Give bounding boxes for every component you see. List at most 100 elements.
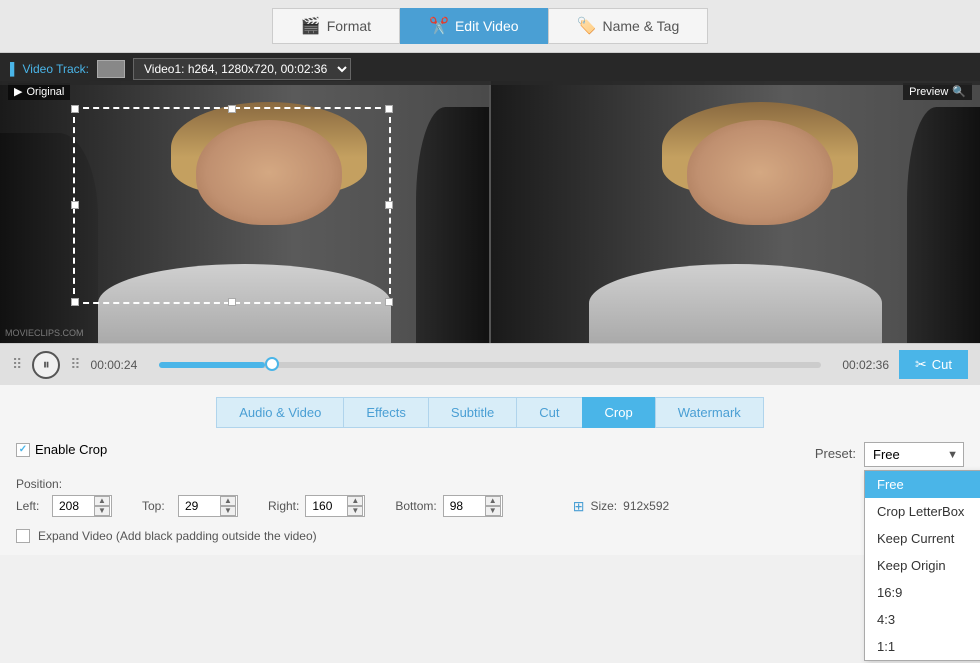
crop-box[interactable] (73, 107, 391, 304)
position-label: Position: (16, 477, 964, 491)
tab-watermark[interactable]: Watermark (655, 397, 764, 428)
crop-controls: Enable Crop Preset: Free ▼ Free Crop Let… (16, 442, 964, 543)
current-time: 00:00:24 (91, 358, 149, 372)
timeline-slider[interactable] (159, 362, 822, 368)
video-track-label: Video Track: (10, 62, 89, 76)
video-still-right (491, 81, 980, 343)
crop-handle-tl[interactable] (71, 105, 79, 113)
enable-crop-row: Enable Crop (16, 442, 107, 457)
size-display: ⊞ Size: 912x592 (573, 498, 669, 515)
video-area: Video Track: Video1: h264, 1280x720, 00:… (0, 53, 980, 343)
tab-name-tag-label: Name & Tag (602, 18, 679, 34)
top-spin-up[interactable]: ▲ (220, 496, 236, 506)
bottom-spin-arrows: ▲ ▼ (485, 496, 501, 516)
timeline-end-icon[interactable]: ⠿ (70, 356, 80, 373)
cut-button[interactable]: ✂ Cut (899, 350, 968, 379)
top-label: Top: (142, 499, 172, 513)
bottom-spin-wrap: ▲ ▼ (443, 495, 503, 517)
preview-face (687, 120, 834, 225)
preset-display[interactable]: Free (864, 442, 964, 467)
crop-handle-br[interactable] (385, 298, 393, 306)
preset-option-keep-current[interactable]: Keep Current (865, 525, 980, 552)
play-small-icon: ▶ (14, 85, 22, 98)
tab-edit-video-label: Edit Video (455, 18, 519, 34)
expand-label: Expand Video (Add black padding outside … (38, 529, 317, 543)
bottom-field-group: Bottom: ▲ ▼ (395, 495, 502, 517)
enable-crop-label: Enable Crop (35, 442, 107, 457)
edit-tab-bar: Audio & Video Effects Subtitle Cut Crop … (16, 397, 964, 428)
video-track-bar: Video Track: Video1: h264, 1280x720, 00:… (0, 53, 980, 85)
left-spin-up[interactable]: ▲ (94, 496, 110, 506)
name-tag-icon: 🏷️ (577, 16, 597, 36)
right-spin-up[interactable]: ▲ (347, 496, 363, 506)
timeline-fill (159, 362, 265, 368)
tab-cut[interactable]: Cut (516, 397, 581, 428)
left-spin-arrows: ▲ ▼ (94, 496, 110, 516)
bottom-spin-up[interactable]: ▲ (485, 496, 501, 506)
expand-row: Expand Video (Add black padding outside … (16, 529, 964, 543)
tab-format-label: Format (327, 18, 371, 34)
expand-checkbox[interactable] (16, 529, 30, 543)
left-spin-down[interactable]: ▼ (94, 506, 110, 516)
tab-crop[interactable]: Crop (582, 397, 655, 428)
preset-option-4-3[interactable]: 4:3 (865, 606, 980, 633)
original-badge: ▶ Original (8, 83, 70, 100)
bottom-panel: Audio & Video Effects Subtitle Cut Crop … (0, 385, 980, 555)
timeline-bar: ⠿ ⏸ ⠿ 00:00:24 00:02:36 ✂ Cut (0, 343, 980, 385)
preview-badge: Preview 🔍 (903, 83, 972, 100)
fields-row: Left: ▲ ▼ Top: ▲ ▼ (16, 495, 964, 517)
timeline-track (159, 362, 822, 368)
preset-option-keep-origin[interactable]: Keep Origin (865, 552, 980, 579)
cut-label: Cut (932, 357, 952, 372)
left-field-group: Left: ▲ ▼ (16, 495, 112, 517)
video-track-select[interactable]: Video1: h264, 1280x720, 00:02:36 (133, 58, 351, 80)
watermark-text: MOVIECLIPS.COM (5, 328, 84, 338)
bottom-label: Bottom: (395, 499, 436, 513)
tab-subtitle[interactable]: Subtitle (428, 397, 516, 428)
top-navigation: 🎬 Format ✂️ Edit Video 🏷️ Name & Tag (0, 0, 980, 53)
top-spin-down[interactable]: ▼ (220, 506, 236, 516)
search-icon: 🔍 (952, 85, 966, 98)
video-right-panel (489, 81, 980, 343)
format-icon: 🎬 (301, 16, 321, 36)
right-spin-arrows: ▲ ▼ (347, 496, 363, 516)
preset-option-16-9[interactable]: 16:9 (865, 579, 980, 606)
right-label: Right: (268, 499, 299, 513)
bottom-spin-down[interactable]: ▼ (485, 506, 501, 516)
crop-handle-tm[interactable] (228, 105, 236, 113)
timeline-start-icon[interactable]: ⠿ (12, 356, 22, 373)
tab-effects[interactable]: Effects (343, 397, 428, 428)
tab-name-tag[interactable]: 🏷️ Name & Tag (548, 8, 709, 44)
enable-crop-checkbox[interactable] (16, 443, 30, 457)
pause-icon: ⏸ (43, 356, 50, 373)
preset-option-1-1[interactable]: 1:1 (865, 633, 980, 660)
size-value: 912x592 (623, 499, 669, 513)
crop-handle-bm[interactable] (228, 298, 236, 306)
crop-handle-bl[interactable] (71, 298, 79, 306)
preset-label: Preset: (815, 442, 856, 461)
left-label: Left: (16, 499, 46, 513)
crop-handle-mr[interactable] (385, 201, 393, 209)
edit-video-icon: ✂️ (429, 16, 449, 36)
tab-audio-video[interactable]: Audio & Video (216, 397, 343, 428)
crop-handle-ml[interactable] (71, 201, 79, 209)
right-field-group: Right: ▲ ▼ (268, 495, 365, 517)
preset-option-letterbox[interactable]: Crop LetterBox (865, 498, 980, 525)
tab-edit-video[interactable]: ✂️ Edit Video (400, 8, 548, 44)
right-spin-down[interactable]: ▼ (347, 506, 363, 516)
pause-button[interactable]: ⏸ (32, 351, 60, 379)
right-spin-wrap: ▲ ▼ (305, 495, 365, 517)
total-time: 00:02:36 (831, 358, 889, 372)
dark-figure-right (416, 107, 489, 343)
preset-select-wrap: Free ▼ Free Crop LetterBox Keep Current … (864, 442, 964, 467)
size-icon: ⊞ (573, 498, 585, 515)
crop-handle-tr[interactable] (385, 105, 393, 113)
tab-format[interactable]: 🎬 Format (272, 8, 400, 44)
scissors-icon: ✂ (915, 356, 927, 373)
left-spin-wrap: ▲ ▼ (52, 495, 112, 517)
timeline-thumb[interactable] (265, 357, 279, 371)
preset-dropdown: Free Crop LetterBox Keep Current Keep Or… (864, 470, 980, 661)
preview-shoulder (589, 264, 882, 343)
preset-option-free[interactable]: Free (865, 471, 980, 498)
preview-dark-right (907, 107, 980, 343)
